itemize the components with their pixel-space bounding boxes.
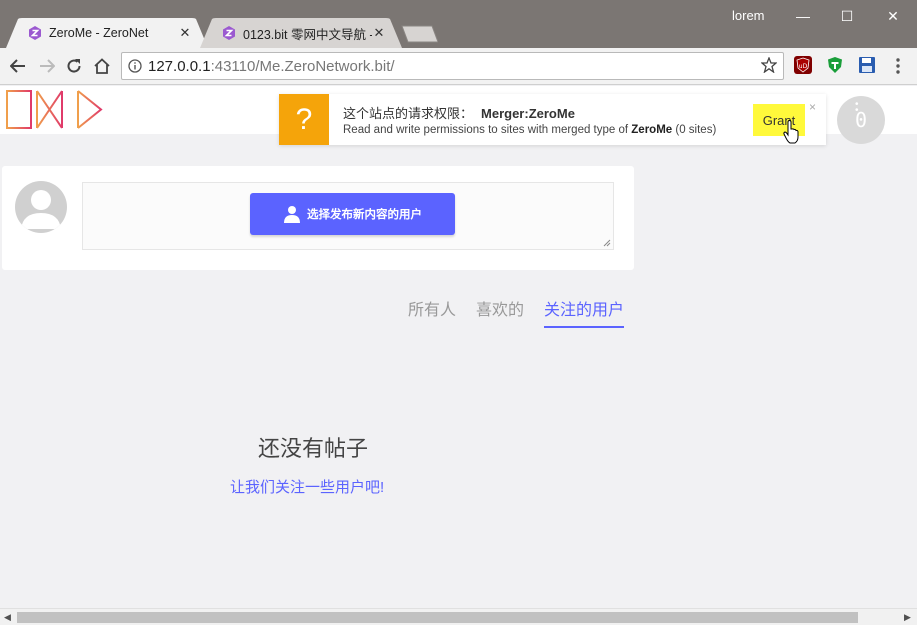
menu-counter: 0 (854, 108, 868, 132)
tab-title: 0123.bit 零网中文导航 - (243, 27, 372, 42)
ublock-extension-icon[interactable]: uD (794, 56, 812, 74)
browser-toolbar: 127.0.0.1:43110/Me.ZeroNetwork.bit/ uD (0, 48, 917, 85)
url-port: :43110 (210, 57, 256, 75)
empty-state-title: 还没有帖子 (258, 436, 369, 461)
chrome-menu-icon[interactable] (893, 56, 903, 76)
notification-title: 这个站点的请求权限： Merger:ZeroMe (343, 103, 575, 122)
tab-close-icon[interactable]: ✕ (178, 25, 192, 41)
notification-close-icon[interactable]: × (809, 100, 816, 114)
svg-text:uD: uD (799, 63, 808, 70)
horizontal-scrollbar[interactable]: ◀ ▶ (0, 608, 917, 625)
maximize-icon[interactable]: ☐ (824, 0, 870, 32)
menu-dots-icon: • • (855, 99, 859, 116)
reload-icon[interactable] (62, 54, 86, 78)
profile-name[interactable]: lorem (732, 8, 765, 23)
back-icon[interactable] (6, 54, 30, 78)
scroll-right-icon[interactable]: ▶ (904, 612, 911, 623)
tab-zerome[interactable]: ZeroMe - ZeroNet ✕ (6, 18, 208, 48)
home-icon[interactable] (90, 54, 114, 78)
user-icon (284, 206, 300, 223)
tab-close-icon[interactable]: ✕ (372, 25, 386, 41)
minimize-icon[interactable]: — (780, 0, 826, 32)
save-extension-icon[interactable] (858, 56, 876, 74)
scrollbar-thumb[interactable] (17, 612, 858, 623)
site-header: ? 这个站点的请求权限： Merger:ZeroMe Read and write… (0, 86, 917, 145)
new-tab-shape (401, 25, 438, 43)
notification-description: Read and write permissions to sites with… (343, 124, 716, 136)
user-menu-button[interactable]: 0 • • (837, 96, 885, 144)
zerome-logo[interactable] (6, 90, 104, 135)
select-user-label: 选择发布新内容的用户 (307, 209, 422, 221)
desc-suffix: (0 sites) (672, 124, 717, 136)
close-window-icon[interactable]: ✕ (870, 0, 916, 32)
url-host: 127.0.0.1 (148, 57, 211, 75)
shield-extension-icon[interactable] (826, 56, 844, 74)
permission-notification: ? 这个站点的请求权限： Merger:ZeroMe Read and write… (279, 94, 826, 145)
new-tab-button[interactable] (398, 18, 438, 48)
empty-state-link[interactable]: 让我们关注一些用户吧! (230, 476, 384, 497)
scroll-left-icon[interactable]: ◀ (4, 612, 11, 623)
desc-prefix: Read and write permissions to sites with… (343, 124, 632, 136)
avatar (15, 181, 67, 233)
zeronet-favicon-icon (29, 26, 41, 40)
forward-icon[interactable] (35, 54, 59, 78)
tab-liked[interactable]: 喜欢的 (476, 296, 524, 320)
post-create-box: 选择发布新内容的用户 (2, 166, 634, 270)
tab-title: ZeroMe - ZeroNet (49, 26, 149, 40)
tab-followed-users[interactable]: 关注的用户 (544, 296, 625, 328)
zeronet-favicon-icon (223, 26, 235, 40)
url-text: 127.0.0.1:43110/Me.ZeroNetwork.bit/ (148, 58, 395, 75)
bookmark-star-icon[interactable] (760, 56, 778, 78)
question-icon: ? (279, 94, 329, 145)
resize-grip-icon[interactable] (603, 239, 611, 247)
page-content: ? 这个站点的请求权限： Merger:ZeroMe Read and write… (0, 86, 917, 608)
title-bar: ZeroMe - ZeroNet ✕ 0123.bit 零网中文导航 - ✕ l… (0, 0, 917, 48)
address-bar[interactable]: 127.0.0.1:43110/Me.ZeroNetwork.bit/ (121, 52, 784, 80)
select-user-button[interactable]: 选择发布新内容的用户 (250, 193, 455, 235)
desc-bold: ZeroMe (631, 124, 673, 136)
tab-0123-bit[interactable]: 0123.bit 零网中文导航 - ✕ (200, 18, 402, 48)
tab-everyone[interactable]: 所有人 (408, 296, 456, 320)
site-info-icon[interactable] (122, 59, 148, 73)
notification-title-text: 这个站点的请求权限： (343, 106, 474, 121)
permission-name: Merger:ZeroMe (481, 106, 575, 121)
hand-cursor-icon (783, 120, 799, 144)
url-path: /Me.ZeroNetwork.bit/ (255, 57, 395, 75)
default-avatar-icon (21, 190, 61, 229)
